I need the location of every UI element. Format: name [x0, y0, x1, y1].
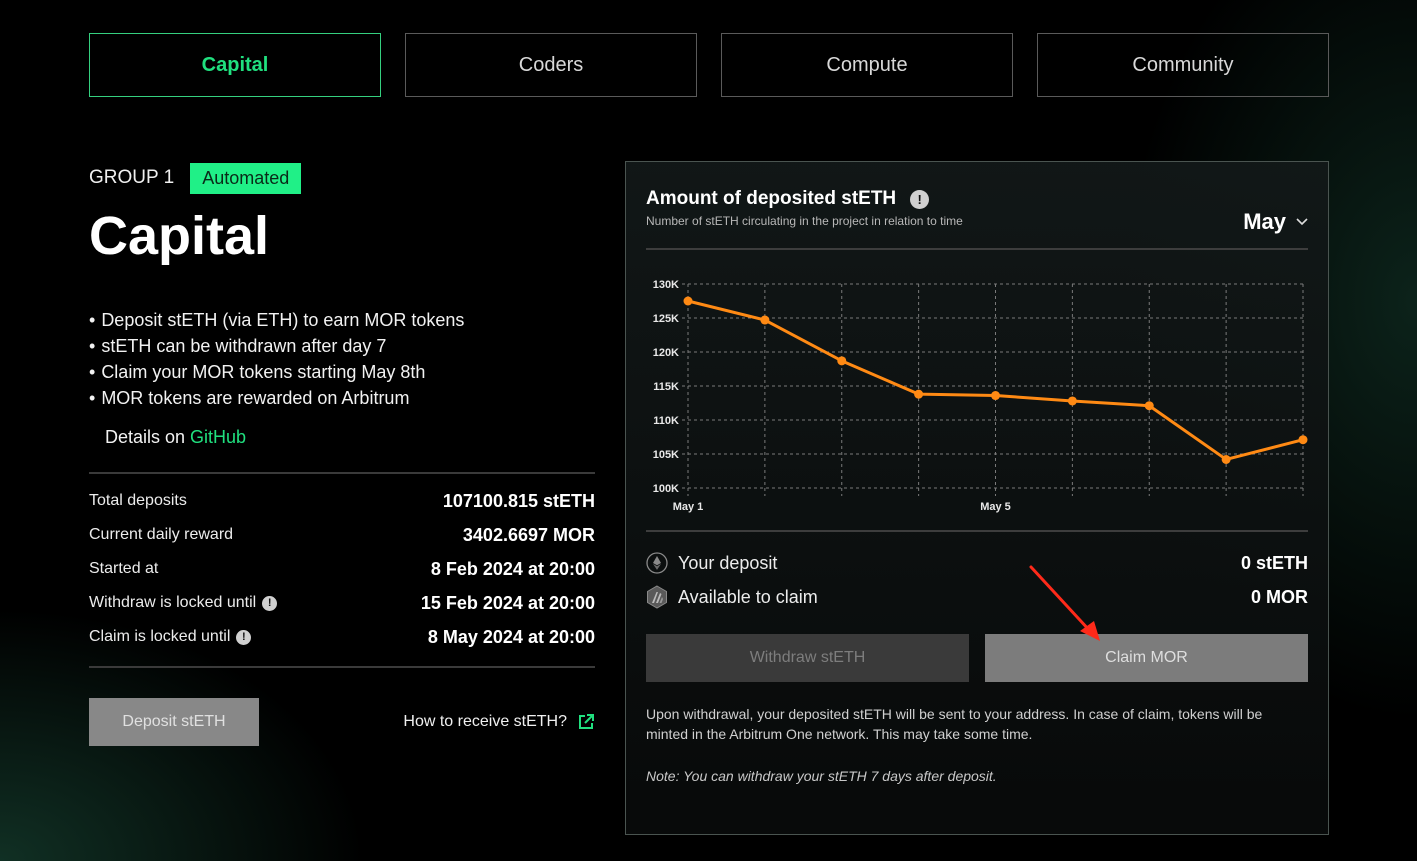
page-title: Capital [89, 206, 270, 266]
ethereum-icon [646, 552, 668, 574]
automated-badge: Automated [190, 162, 302, 194]
stat-daily-reward: Current daily reward 3402.6697 MOR [89, 518, 595, 552]
month-select-value: May [1243, 209, 1286, 234]
feature-item: Claim your MOR tokens starting May 8th [89, 359, 595, 385]
chart-subtitle: Number of stETH circulating in the proje… [646, 214, 963, 228]
details-prefix: Details on [105, 427, 191, 447]
red-arrow-annotation [1029, 565, 1100, 641]
data-point [1067, 396, 1077, 406]
info-icon[interactable]: ! [236, 629, 252, 645]
chart-title: Amount of deposited stETH [646, 188, 897, 209]
details-line: Details on GitHub [105, 427, 595, 448]
data-point [1144, 401, 1154, 411]
withdrawal-note-italic: Note: You can withdraw your stETH 7 days… [646, 768, 997, 784]
stat-withdraw-locked: Withdraw is locked until! 15 Feb 2024 at… [89, 586, 595, 620]
data-point [1221, 454, 1231, 464]
tab-community[interactable]: Community [1037, 33, 1329, 97]
month-select[interactable]: May [1243, 196, 1308, 248]
data-point [1298, 435, 1308, 445]
data-point [683, 296, 693, 306]
feature-item: MOR tokens are rewarded on Arbitrum [89, 385, 595, 411]
divider [89, 666, 595, 668]
deposit-panel: Amount of deposited stETH ! Number of st… [625, 161, 1329, 835]
how-to-receive-link[interactable]: How to receive stETH? [403, 713, 595, 731]
available-claim-row: Available to claim 0 MOR [646, 580, 1308, 614]
data-point [760, 315, 770, 325]
stat-label: Withdraw is locked until [89, 594, 257, 611]
y-tick-label: 130K [653, 279, 679, 291]
data-point [991, 391, 1000, 401]
tab-coders[interactable]: Coders [405, 33, 697, 97]
chevron-down-icon [1296, 218, 1308, 226]
deposit-actions: Deposit stETH How to receive stETH? [89, 698, 595, 746]
stat-value: 107100.815 stETH [442, 490, 595, 511]
stat-label: Current daily reward [89, 526, 234, 543]
panel-header: Amount of deposited stETH ! Number of st… [646, 162, 1308, 250]
external-link-icon [579, 714, 594, 729]
group-label: GROUP 1 [89, 167, 175, 188]
arbitrum-icon [647, 585, 667, 609]
withdraw-steth-button[interactable]: Withdraw stETH [646, 634, 969, 682]
your-deposit-label: Your deposit [678, 552, 778, 573]
panel-actions: Withdraw stETH Claim MOR [646, 634, 1308, 682]
stat-value: 8 Feb 2024 at 20:00 [430, 558, 595, 579]
stat-total-deposits: Total deposits 107100.815 stETH [89, 484, 595, 518]
y-tick-label: 100K [653, 483, 679, 495]
stat-label: Claim is locked until [89, 628, 231, 645]
withdrawal-note: Upon withdrawal, your deposited stETH wi… [646, 706, 1263, 742]
available-claim-label: Available to claim [678, 586, 818, 607]
how-to-receive-label: How to receive stETH? [403, 713, 567, 730]
y-tick-label: 120K [653, 347, 679, 359]
info-icon[interactable]: ! [910, 189, 930, 209]
tab-capital[interactable]: Capital [89, 33, 381, 97]
stat-label: Started at [89, 560, 159, 577]
your-deposit-value: 0 stETH [1240, 552, 1308, 573]
deposit-steth-button[interactable]: Deposit stETH [89, 698, 259, 746]
group-info: GROUP 1 Automated Capital Deposit stETH … [89, 161, 595, 746]
stat-label: Total deposits [89, 492, 187, 509]
category-tabs: Capital Coders Compute Community [89, 33, 1329, 97]
balances: Your deposit 0 stETH Available to claim … [646, 532, 1308, 614]
data-point [837, 356, 847, 366]
stat-started-at: Started at 8 Feb 2024 at 20:00 [89, 552, 595, 586]
your-deposit-row: Your deposit 0 stETH [646, 546, 1308, 580]
available-claim-value: 0 MOR [1250, 586, 1308, 607]
info-icon[interactable]: ! [262, 595, 278, 611]
stat-value: 8 May 2024 at 20:00 [427, 626, 595, 647]
feature-item: stETH can be withdrawn after day 7 [89, 333, 595, 359]
stat-value: 15 Feb 2024 at 20:00 [420, 592, 595, 613]
stat-value: 3402.6697 MOR [462, 524, 595, 545]
feature-item: Deposit stETH (via ETH) to earn MOR toke… [89, 307, 595, 333]
github-link[interactable]: GitHub [190, 427, 246, 447]
x-tick-label: May 5 [980, 501, 1011, 513]
stat-claim-locked: Claim is locked until! 8 May 2024 at 20:… [89, 620, 595, 654]
y-tick-label: 110K [653, 415, 679, 427]
data-point [914, 389, 924, 399]
group-header: GROUP 1 Automated [89, 161, 595, 195]
chart-area: 100K 105K 110K 115K 120K 125K 130K May 1 May 5 [646, 250, 1308, 532]
y-tick-label: 105K [653, 449, 679, 461]
x-tick-label: May 1 [673, 501, 704, 513]
feature-list: Deposit stETH (via ETH) to earn MOR toke… [89, 307, 595, 411]
y-tick-label: 115K [653, 381, 679, 393]
line-chart: 100K 105K 110K 115K 120K 125K 130K May 1 May 5 [653, 279, 1308, 513]
stats-list: Total deposits 107100.815 stETH Current … [89, 474, 595, 666]
y-tick-label: 125K [653, 313, 679, 325]
tab-compute[interactable]: Compute [721, 33, 1013, 97]
